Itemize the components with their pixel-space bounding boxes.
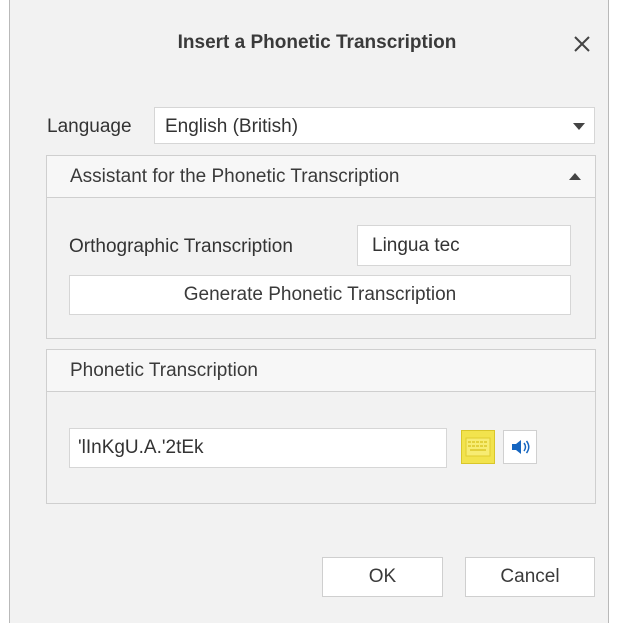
language-select[interactable]: English (British) (154, 107, 595, 144)
phonetic-panel-header: Phonetic Transcription (47, 350, 595, 392)
speaker-button[interactable] (503, 430, 537, 464)
keyboard-button[interactable] (461, 430, 495, 464)
keyboard-icon (465, 437, 491, 457)
phonetic-transcription-dialog: Insert a Phonetic Transcription Language… (9, 0, 609, 623)
orthographic-input[interactable] (357, 225, 571, 266)
phonetic-panel: Phonetic Transcription (46, 349, 596, 504)
dialog-title: Insert a Phonetic Transcription (177, 32, 457, 53)
assistant-panel-header[interactable]: Assistant for the Phonetic Transcription (47, 156, 595, 198)
assistant-panel: Assistant for the Phonetic Transcription… (46, 155, 596, 339)
close-icon (574, 36, 590, 52)
close-button[interactable] (566, 28, 598, 60)
language-label: Language (47, 116, 132, 137)
generate-phonetic-button[interactable]: Generate Phonetic Transcription (69, 275, 571, 315)
ok-button[interactable]: OK (322, 557, 443, 597)
phonetic-input[interactable] (69, 428, 447, 468)
dialog-titlebar: Insert a Phonetic Transcription (10, 0, 608, 88)
assistant-panel-title: Assistant for the Phonetic Transcription (70, 166, 400, 187)
speaker-icon (512, 440, 530, 454)
phonetic-panel-title: Phonetic Transcription (70, 360, 258, 381)
orthographic-label: Orthographic Transcription (69, 236, 293, 257)
language-select-value: English (British) (165, 116, 299, 137)
cancel-button[interactable]: Cancel (465, 557, 595, 597)
chevron-down-icon (573, 123, 585, 130)
collapse-icon[interactable] (565, 167, 585, 187)
